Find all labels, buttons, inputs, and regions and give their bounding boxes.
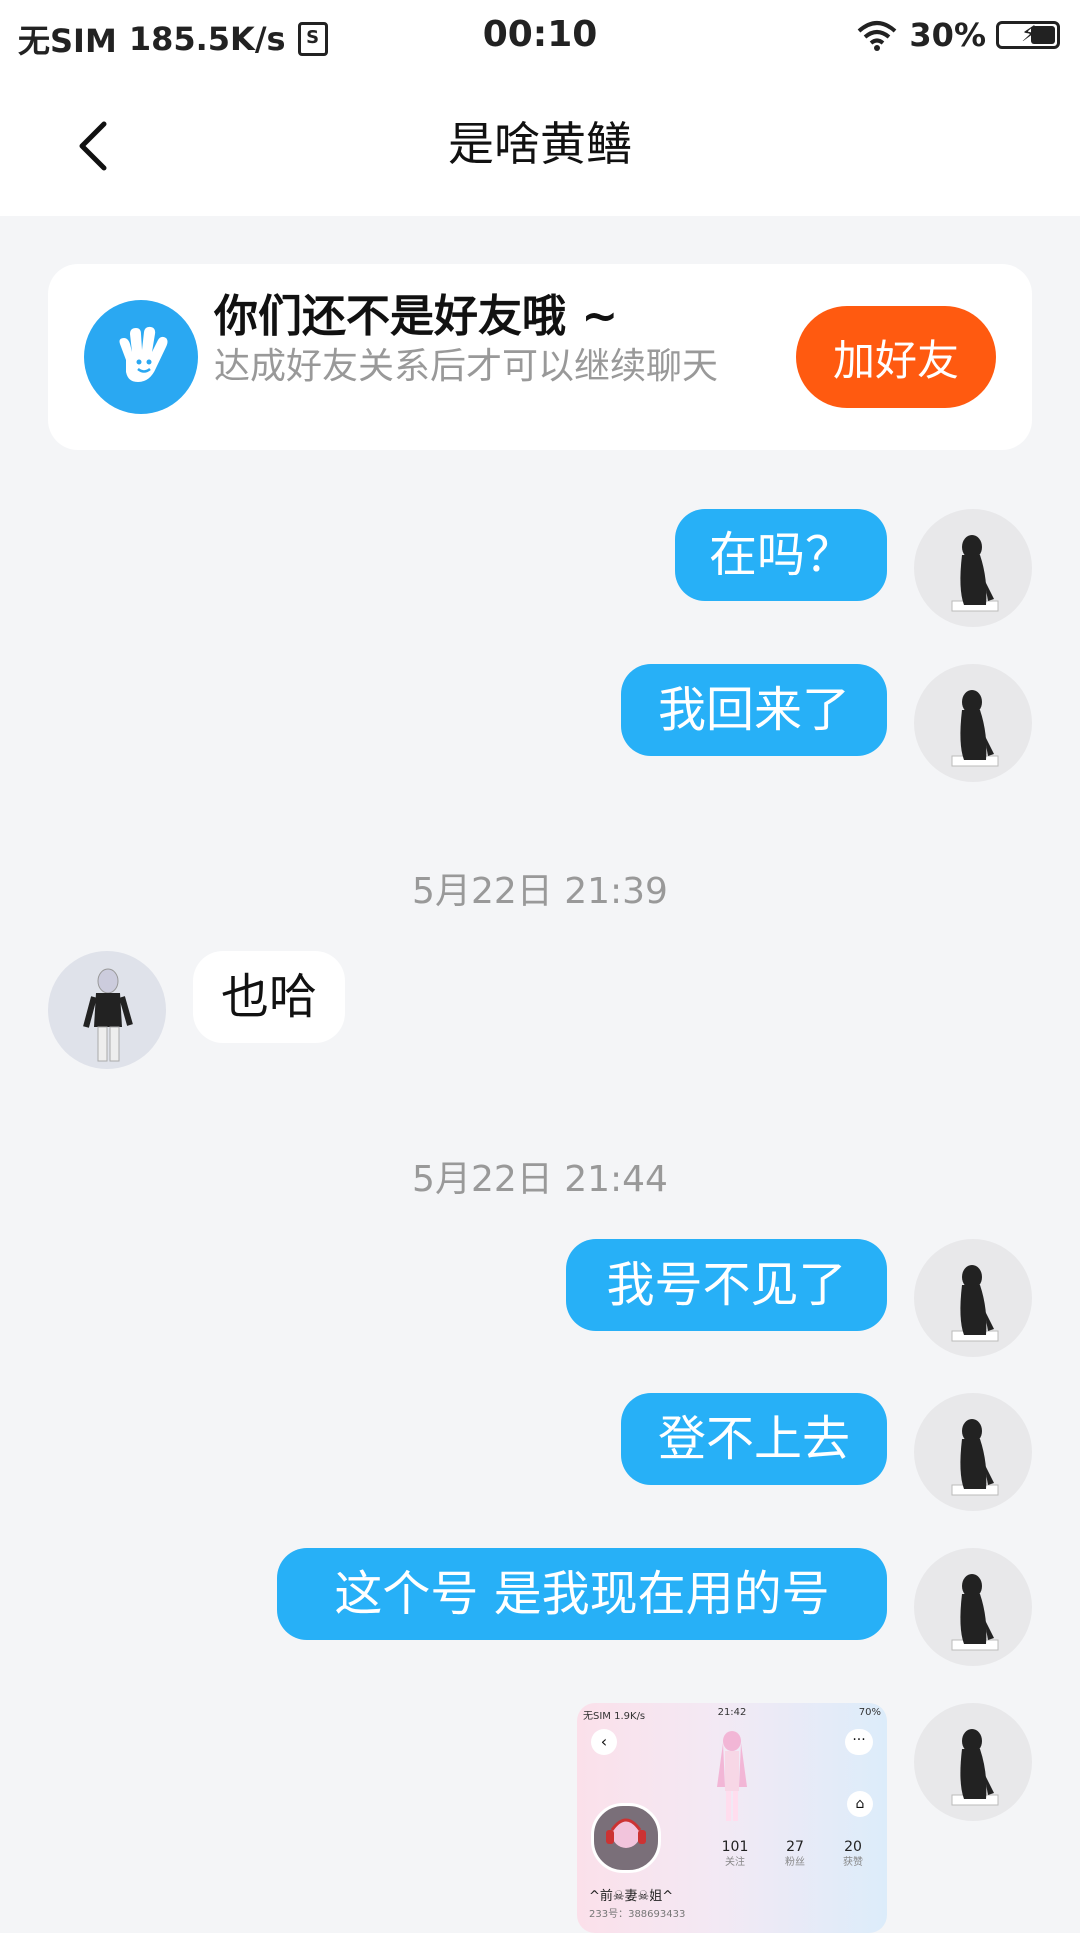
my-avatar[interactable] <box>914 1703 1032 1821</box>
timestamp: 5月22日 21:44 <box>412 1159 668 1200</box>
image-stat-label: 获赞 <box>843 1857 863 1868</box>
wifi-icon <box>858 21 897 51</box>
outgoing-message-bubble[interactable]: 我号不见了 <box>566 1239 887 1331</box>
image-more-icon: ··· <box>845 1729 873 1755</box>
my-avatar[interactable] <box>914 509 1032 627</box>
image-back-icon: ‹ <box>591 1729 617 1755</box>
image-character-figure <box>717 1731 747 1821</box>
contact-avatar[interactable] <box>48 951 166 1069</box>
outgoing-message-bubble[interactable]: 我回来了 <box>621 664 887 756</box>
incoming-message-bubble[interactable]: 也哈 <box>193 951 345 1043</box>
image-stat-following: 101 关注 <box>705 1839 765 1868</box>
battery-icon: ⚡ <box>996 21 1060 49</box>
card-subtitle: 达成好友关系后才可以继续聊天 <box>214 346 719 387</box>
battery-percent: 30% <box>909 16 986 54</box>
chat-title: 是啥黄鳝 <box>448 117 632 171</box>
my-avatar[interactable] <box>914 1548 1032 1666</box>
status-bar: 无SIM 185.5K/s S 00:10 30% ⚡ <box>0 0 1080 76</box>
image-status-time: 21:42 <box>717 1707 747 1718</box>
image-profile-avatar <box>591 1803 661 1873</box>
image-message[interactable]: 无SIM 1.9K/s 21:42 70% ‹ ··· ⌂ 101 关注 27 … <box>577 1703 887 1933</box>
image-stat-label: 粉丝 <box>785 1857 805 1868</box>
my-avatar[interactable] <box>914 664 1032 782</box>
image-profile-name: ^前☠妻☠姐^ <box>589 1889 674 1904</box>
card-title: 你们还不是好友哦 ~ <box>214 291 619 342</box>
not-friends-card: 你们还不是好友哦 ~ 达成好友关系后才可以继续聊天 加好友 <box>48 264 1032 450</box>
image-stat-label: 关注 <box>725 1857 745 1868</box>
nav-bar: 是啥黄鳝 <box>0 76 1080 216</box>
my-avatar[interactable] <box>914 1239 1032 1357</box>
waving-hand-icon <box>84 300 198 414</box>
image-home-icon: ⌂ <box>847 1791 873 1817</box>
image-stat-likes: 20 获赞 <box>823 1839 883 1868</box>
image-stat-fans: 27 粉丝 <box>765 1839 825 1868</box>
status-right: 30% ⚡ <box>855 16 1060 54</box>
outgoing-message-bubble[interactable]: 在吗？ <box>675 509 887 601</box>
my-avatar[interactable] <box>914 1393 1032 1511</box>
image-profile-id: 233号：388693433 <box>589 1909 686 1920</box>
outgoing-message-bubble[interactable]: 这个号 是我现在用的号 <box>277 1548 887 1640</box>
image-status-battery: 70% <box>858 1707 881 1718</box>
add-friend-button[interactable]: 加好友 <box>796 306 996 408</box>
outgoing-message-bubble[interactable]: 登不上去 <box>621 1393 887 1485</box>
timestamp: 5月22日 21:39 <box>412 871 668 912</box>
